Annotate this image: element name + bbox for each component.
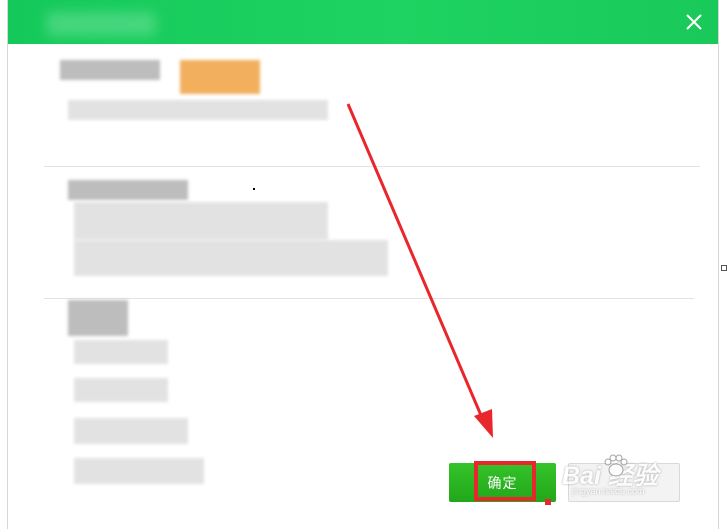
blurred-section-title	[60, 60, 160, 80]
blurred-section-title	[68, 180, 188, 200]
close-icon	[686, 14, 702, 30]
blurred-option	[74, 458, 204, 484]
section-divider	[44, 298, 694, 299]
blurred-option	[74, 202, 328, 240]
settings-dialog: 确定	[7, 0, 719, 529]
blurred-option	[74, 378, 168, 402]
cursor-dot	[253, 188, 255, 190]
paw-icon	[604, 454, 628, 477]
blurred-section-title	[68, 300, 128, 336]
blurred-badge	[180, 60, 260, 94]
annotation-marker	[545, 499, 551, 505]
blurred-description	[68, 100, 328, 120]
resize-handle[interactable]	[721, 265, 727, 271]
blurred-title	[46, 12, 156, 36]
section-divider	[44, 166, 700, 167]
close-button[interactable]	[680, 8, 708, 36]
watermark-sub-text: jingyan.baidu.com	[572, 486, 645, 496]
blurred-option	[74, 240, 388, 276]
baidu-watermark: Bai 经验 jingyan.baidu.com	[562, 452, 684, 500]
blurred-option	[74, 340, 168, 364]
blurred-option	[74, 418, 188, 444]
annotation-highlight-box	[474, 461, 536, 501]
dialog-title-bar	[8, 0, 718, 44]
